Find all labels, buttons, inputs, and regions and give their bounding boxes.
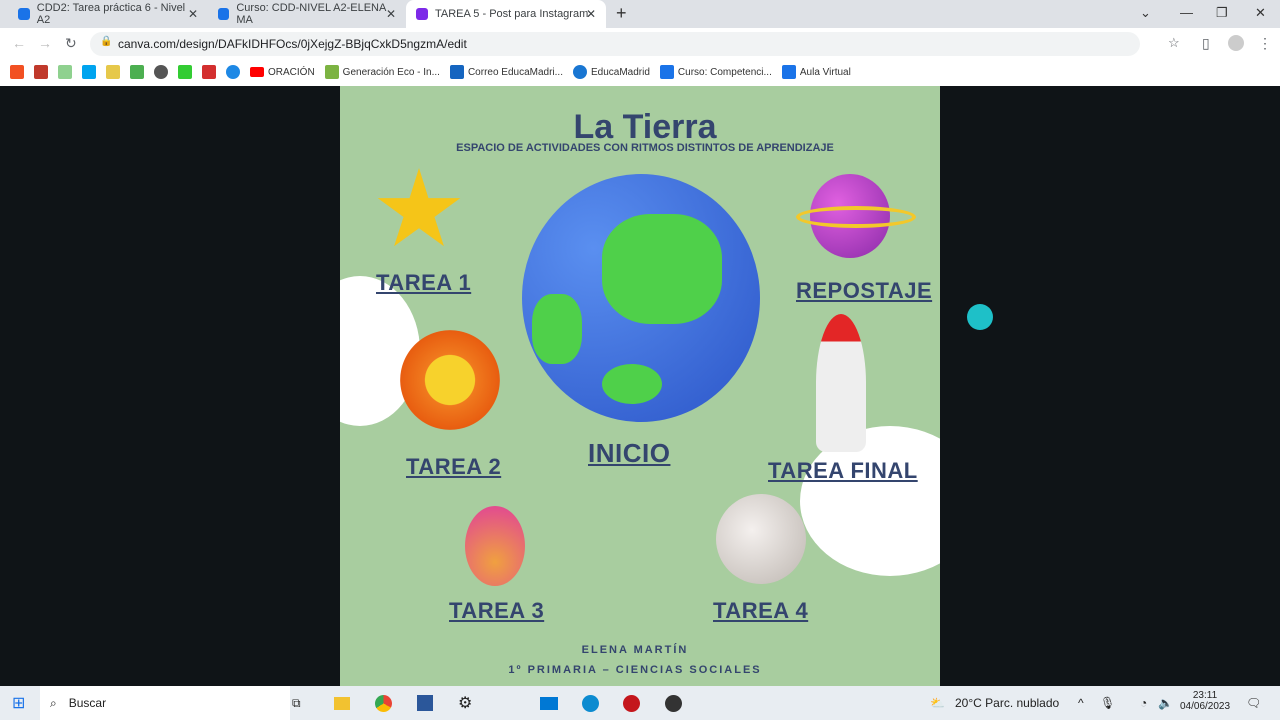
- tray-chevron-icon[interactable]: ^: [1078, 696, 1084, 710]
- link-tarea-3[interactable]: TAREA 3: [449, 598, 544, 624]
- earth-image: [522, 174, 760, 422]
- wifi-icon[interactable]: ◔: [1140, 696, 1147, 710]
- close-icon[interactable]: ✕: [188, 7, 198, 21]
- mail-icon[interactable]: [540, 696, 558, 710]
- microphone-icon[interactable]: 🎙: [1100, 696, 1115, 710]
- bookmark-icon[interactable]: [106, 65, 120, 79]
- sun-image: [400, 330, 500, 430]
- tab-search-icon[interactable]: ⌄: [1140, 5, 1151, 21]
- search-box[interactable]: ⌕ Buscar: [40, 686, 290, 720]
- restore-button[interactable]: ❐: [1216, 5, 1228, 21]
- clock[interactable]: 23:11 04/06/2023: [1180, 690, 1230, 712]
- weather-text[interactable]: 20°C Parc. nublado: [955, 696, 1059, 710]
- author: ELENA MARTÍN: [581, 644, 689, 656]
- bookmark-icon[interactable]: [34, 65, 48, 79]
- back-button[interactable]: ←: [12, 35, 26, 51]
- eco-icon: [324, 65, 339, 79]
- link-tarea-final[interactable]: TAREA FINAL: [768, 458, 918, 484]
- address-bar-row: ← → ↻ 🔒 canva.com/design/DAFkIDHFOcs/0jXe…: [0, 28, 1280, 58]
- link-repostaje[interactable]: REPOSTAJE: [796, 278, 932, 304]
- rocket-image: [816, 314, 866, 452]
- bookmark-icon[interactable]: [226, 65, 240, 79]
- bookmarks-bar: ORACIÓN Generación Eco - In... Correo Ed…: [0, 58, 1280, 86]
- bookmark-icon[interactable]: [178, 65, 192, 79]
- planet-ring: [796, 206, 916, 228]
- bookmark-generacion-eco[interactable]: Generación Eco - In...: [324, 65, 440, 79]
- bookmark-aula-virtual[interactable]: Aula Virtual: [781, 65, 851, 79]
- close-icon[interactable]: ✕: [586, 7, 596, 21]
- bookmark-icon[interactable]: [58, 65, 72, 79]
- close-window-button[interactable]: ✕: [1255, 5, 1266, 21]
- forward-button[interactable]: →: [38, 35, 52, 51]
- chrome-icon[interactable]: [375, 694, 392, 712]
- side-panel-icon[interactable]: ▯: [1202, 35, 1210, 52]
- comet-image: [465, 506, 525, 586]
- tab-tarea5[interactable]: TAREA 5 - Post para Instagram ✕: [406, 0, 606, 28]
- star-icon[interactable]: ☆: [1168, 35, 1180, 51]
- link-tarea-1[interactable]: TAREA 1: [376, 270, 471, 296]
- graduation-cap-icon: [18, 8, 30, 20]
- link-tarea-2[interactable]: TAREA 2: [406, 454, 501, 480]
- microsoft-icon[interactable]: [10, 65, 24, 79]
- cursor-highlight: [967, 304, 993, 330]
- minimize-button[interactable]: —: [1180, 5, 1193, 20]
- lock-icon: 🔒: [100, 36, 113, 47]
- course: 1º PRIMARIA – CIENCIAS SOCIALES: [508, 664, 762, 676]
- link-inicio[interactable]: INICIO: [588, 438, 670, 469]
- taskbar: ⊞ ⌕ Buscar ⧉ ⚙ ⛅ 20°C Parc. nublado ^ 🎙 ◔…: [0, 686, 1280, 720]
- settings-icon[interactable]: ⚙: [458, 693, 472, 713]
- link-tarea-4[interactable]: TAREA 4: [713, 598, 808, 624]
- volume-icon[interactable]: 🔈: [1158, 696, 1173, 710]
- star-image: [377, 168, 461, 247]
- new-tab-button[interactable]: +: [616, 3, 627, 24]
- app-icon[interactable]: [665, 694, 682, 712]
- close-icon[interactable]: ✕: [386, 7, 396, 21]
- bookmark-icon[interactable]: [130, 65, 144, 79]
- word-icon[interactable]: [417, 695, 433, 711]
- tab-bar: CDD2: Tarea práctica 6 - Nivel A2 ✕ Curso…: [0, 0, 1280, 28]
- microsoft-icon[interactable]: [82, 65, 96, 79]
- educamadrid-icon: [573, 65, 587, 79]
- graduation-cap-icon: [781, 65, 796, 79]
- task-view-icon[interactable]: ⧉: [292, 696, 301, 711]
- weather-icon: ⛅: [930, 696, 945, 710]
- tab-cdd2[interactable]: CDD2: Tarea práctica 6 - Nivel A2 ✕: [8, 0, 208, 28]
- graduation-cap-icon: [218, 8, 230, 20]
- reload-button[interactable]: ↻: [65, 35, 77, 52]
- moon-image: [716, 494, 806, 584]
- app-icon[interactable]: [623, 694, 640, 712]
- youtube-icon: [250, 67, 264, 77]
- mail-icon: [449, 65, 464, 79]
- bookmark-correo[interactable]: Correo EducaMadri...: [449, 65, 563, 79]
- graduation-cap-icon: [659, 65, 674, 79]
- windows-start-icon[interactable]: ⊞: [12, 693, 25, 713]
- bookmark-oracion[interactable]: ORACIÓN: [250, 67, 315, 78]
- profile-avatar[interactable]: [1228, 35, 1244, 51]
- file-explorer-icon[interactable]: [334, 696, 350, 710]
- globe-icon[interactable]: [154, 65, 168, 79]
- search-icon: ⌕: [50, 695, 57, 710]
- menu-icon[interactable]: ⋮: [1258, 35, 1272, 52]
- bookmark-educamadrid[interactable]: EducaMadrid: [573, 65, 650, 79]
- edge-icon[interactable]: [582, 694, 599, 712]
- bookmark-curso[interactable]: Curso: Competenci...: [659, 65, 772, 79]
- bookmark-icon[interactable]: [202, 65, 216, 79]
- canva-icon: [416, 8, 428, 20]
- notifications-icon[interactable]: 🗨: [1246, 696, 1261, 710]
- url-input[interactable]: 🔒 canva.com/design/DAFkIDHFOcs/0jXejgZ-BB…: [90, 32, 1140, 56]
- canva-design: La Tierra ESPACIO DE ACTIVIDADES CON RIT…: [340, 86, 940, 686]
- subtitle: ESPACIO DE ACTIVIDADES CON RITMOS DISTIN…: [456, 142, 834, 154]
- tab-curso[interactable]: Curso: CDD-NIVEL A2-ELENA MA ✕: [208, 0, 406, 28]
